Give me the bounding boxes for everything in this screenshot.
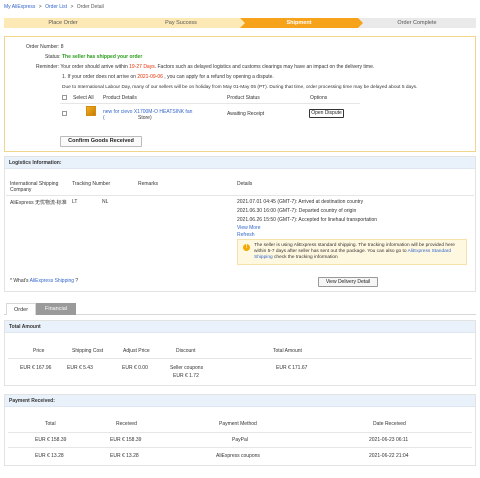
holiday-note: Due to International Labour Day, many of… (62, 85, 418, 90)
order-progress: Place Order Pay Success Shipment Order C… (4, 18, 476, 28)
payment-row-method: PayPal (232, 437, 248, 443)
product-store[interactable]: Store) (138, 115, 152, 121)
whats-shipping: * What's AliExpress Shipping ? (10, 278, 78, 284)
header-options: Options (310, 95, 328, 101)
divider (8, 358, 472, 359)
breadcrumb-separator: > (38, 4, 42, 10)
breadcrumb-order-list[interactable]: Order List (45, 4, 67, 10)
header-shipping-cost: Shipping Cost (72, 348, 104, 354)
view-more-link[interactable]: View More (237, 225, 261, 231)
payment-row-received: EUR € 158.39 (110, 437, 142, 443)
logistics-panel: Logistics Information: (4, 156, 476, 292)
payment-row-received: EUR € 13.28 (110, 453, 139, 459)
header-received: Received (116, 421, 137, 427)
order-number-label: Order Number: (26, 44, 60, 50)
product-thumbnail[interactable] (86, 106, 96, 116)
step-place-order: Place Order (4, 18, 127, 28)
refund-text-post: , you can apply for a refund by opening … (162, 74, 274, 80)
header-shipping-company: International Shipping Company (10, 181, 59, 193)
divider (8, 432, 472, 433)
payment-row-total: EUR € 13.28 (35, 453, 64, 459)
divider (60, 103, 360, 104)
logistics-title: Logistics Information: (5, 157, 475, 169)
breadcrumb: My AliExpress > Order List > Order Detai… (4, 4, 106, 10)
header-discount: Discount (176, 348, 196, 354)
tab-order[interactable]: Order (6, 303, 36, 315)
discount-label: Seller coupons (170, 365, 204, 371)
tab-financial[interactable]: Financial (36, 303, 76, 315)
reminder-text-post: . Factors such as delayed logistics and … (154, 64, 375, 70)
total-amount-title: Total Amount (5, 321, 475, 333)
shipping-tip: ! The seller is using AliExpress standar… (237, 239, 467, 265)
select-all-checkbox[interactable] (62, 95, 67, 101)
tracking-event: 2021.07.01 04:45 (GMT-7): Arrived at des… (237, 199, 364, 205)
product-status: Awaiting Receipt (227, 111, 265, 117)
open-dispute-button[interactable]: Open Dispute (309, 109, 344, 118)
header-payment-method: Payment Method (219, 421, 257, 427)
price-value: EUR € 167.96 (20, 365, 52, 371)
reminder-label: Reminder: (36, 64, 60, 70)
payment-received-title: Payment Received: (5, 395, 475, 407)
tip-text-post: check the tracking information (272, 255, 338, 260)
warning-icon: ! (243, 244, 250, 251)
adjust-price-value: EUR € 0.00 (122, 365, 148, 371)
step-order-complete: Order Complete (358, 18, 476, 28)
item-select[interactable] (62, 111, 67, 117)
whats-post: ? (74, 278, 79, 284)
reminder-days: 19-27 Days (129, 64, 155, 70)
header-date-received: Date Received (373, 421, 406, 427)
payment-row-method: AliExpress coupons (216, 453, 260, 459)
tracking-event: 2021.06.26 15:50 (GMT-7): Accepted for l… (237, 217, 378, 223)
reminder-text-pre: Your order should arrive within (60, 64, 130, 70)
order-number-value: 8 (60, 44, 64, 50)
discount-value: EUR € 1.72 (173, 373, 199, 379)
header-remarks: Remarks (138, 181, 159, 187)
tracking-number-prefix: LT (72, 199, 78, 205)
header-total: Total (45, 421, 56, 427)
header-price: Price (33, 348, 45, 354)
whats-pre: * What's (10, 278, 30, 284)
breadcrumb-current: Order Detail (76, 4, 104, 10)
aliexpress-shipping-link[interactable]: AliExpress Shipping (30, 278, 74, 284)
refresh-link[interactable]: Refresh (237, 232, 255, 238)
confirm-goods-received-button[interactable]: Confirm Goods Received (60, 136, 142, 147)
header-select-all: Select All (73, 95, 94, 101)
status-row: Status: The seller has shipped your orde… (45, 54, 142, 60)
breadcrumb-separator: > (70, 4, 74, 10)
tracking-number-suffix: NL (102, 199, 109, 205)
shipping-cost-value: EUR € 5.43 (67, 365, 93, 371)
order-number-row: Order Number: 8 (26, 44, 64, 50)
shipping-company: AliExpress 无忧物流-标准 (10, 200, 67, 206)
refund-row: 1. If your order does not arrive on 2021… (62, 74, 274, 80)
view-delivery-detail-button[interactable]: View Delivery Detail (318, 277, 378, 287)
payment-row-date: 2021-06-23 06:11 (369, 437, 409, 443)
step-shipment: Shipment (240, 18, 363, 28)
status-label: Status: (45, 54, 61, 60)
total-amount-value: EUR € 171.67 (276, 365, 308, 371)
header-total-amount: Total Amount (273, 348, 302, 354)
product-name-paren[interactable]: ( (103, 115, 105, 121)
header-tracking-number: Tracking Number (72, 181, 111, 187)
shipping-tip-text: The seller is using AliExpress standard … (254, 243, 466, 261)
step-pay-success: Pay Success (122, 18, 245, 28)
item-checkbox[interactable] (62, 111, 67, 117)
header-details: Details (237, 181, 253, 187)
tracking-event: 2021.06.30 16:00 (GMT-7): Departed count… (237, 208, 357, 214)
reminder-row: Reminder: Your order should arrive withi… (36, 64, 374, 70)
payment-row-date: 2021-06-22 21:04 (369, 453, 409, 459)
tab-bar: Order Financial (4, 303, 476, 315)
divider (6, 195, 474, 196)
header-product-details: Product Details (103, 95, 137, 101)
divider (8, 447, 472, 448)
payment-row-total: EUR € 158.39 (35, 437, 67, 443)
select-all[interactable] (62, 95, 67, 101)
refund-date: 2021-09-06 (137, 74, 163, 80)
refund-text-pre: 1. If your order does not arrive on (62, 74, 138, 80)
status-value: The seller has shipped your order (61, 54, 143, 60)
product-name-line2: ( (103, 115, 105, 121)
header-adjust-price: Adjust Price (123, 348, 150, 354)
breadcrumb-my-aliexpress[interactable]: My AliExpress (4, 4, 35, 10)
header-product-status: Product Status (227, 95, 260, 101)
